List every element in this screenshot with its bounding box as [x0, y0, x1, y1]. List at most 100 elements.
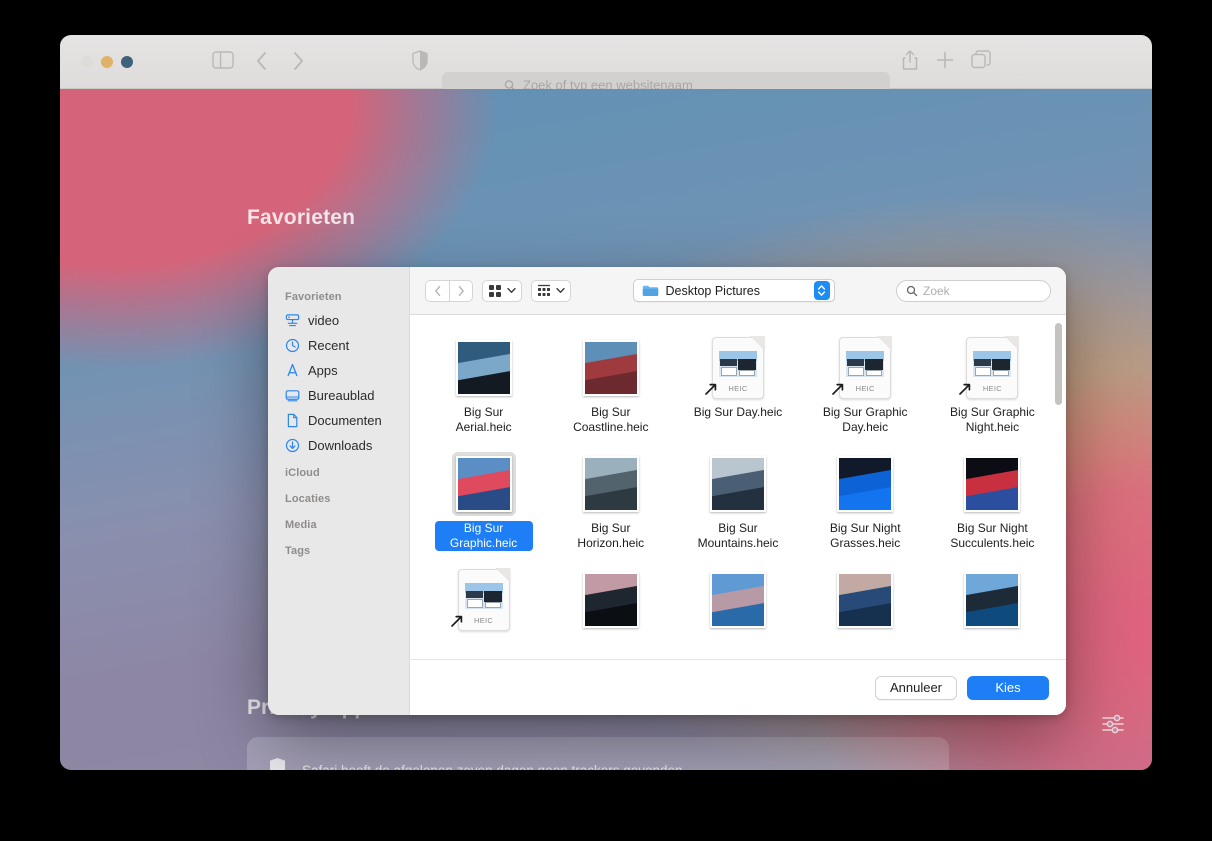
- tab-overview-icon[interactable]: [971, 50, 991, 75]
- zoom-button[interactable]: [121, 56, 133, 68]
- file-thumbnail: [833, 568, 897, 632]
- file-item[interactable]: [674, 561, 801, 659]
- dialog-search-field[interactable]: Zoek: [896, 279, 1051, 302]
- shield-icon: [269, 757, 286, 770]
- file-item[interactable]: Big Sur Coastline.heic: [547, 329, 674, 445]
- file-thumbnail: [960, 568, 1024, 632]
- file-label: Big Sur Horizon.heic: [577, 521, 645, 550]
- icon-view-button[interactable]: [482, 279, 522, 302]
- sidebar-item-apps[interactable]: Apps: [268, 358, 409, 383]
- file-thumbnail: [706, 452, 770, 516]
- sidebar-item-documenten[interactable]: Documenten: [268, 408, 409, 433]
- group-view-button[interactable]: [531, 279, 571, 302]
- sidebar-item-label: Downloads: [308, 438, 373, 453]
- path-popup-button[interactable]: Desktop Pictures: [632, 279, 835, 302]
- alias-arrow-icon: [831, 382, 845, 401]
- plus-icon[interactable]: [936, 49, 954, 76]
- path-popup-label: Desktop Pictures: [665, 283, 760, 298]
- sidebar-item-bureaublad[interactable]: Bureaublad: [268, 383, 409, 408]
- share-icon[interactable]: [901, 49, 919, 76]
- dialog-back-button[interactable]: [425, 279, 449, 302]
- file-label: Big Sur Graphic.heic: [434, 521, 533, 551]
- photo-thumbnail-icon: [837, 572, 894, 628]
- file-thumbnail: HEIC: [958, 336, 1024, 401]
- sidebar-item-video[interactable]: video: [268, 308, 409, 333]
- file-item[interactable]: HEIC: [420, 561, 547, 659]
- file-thumbnail: [579, 452, 643, 516]
- sidebar-group-icloud-title: iCloud: [285, 467, 320, 479]
- file-item[interactable]: [929, 561, 1056, 659]
- up-down-chevron-icon[interactable]: [813, 281, 830, 300]
- file-item[interactable]: HEIC Big Sur Graphic Day.heic: [802, 329, 929, 445]
- file-item[interactable]: HEIC Big Sur Day.heic: [674, 329, 801, 445]
- file-thumbnail: [960, 452, 1024, 516]
- heic-document-icon: HEIC: [832, 336, 893, 399]
- sidebar-item-label: Apps: [308, 363, 338, 378]
- privacy-shield-icon[interactable]: [412, 50, 428, 76]
- chevron-left-icon: [434, 285, 440, 296]
- file-thumbnail: HEIC: [705, 336, 770, 400]
- sidebar-item-recent[interactable]: Recent: [268, 333, 409, 358]
- privacy-report-text: Safari heeft de afgelopen zeven dagen ge…: [302, 762, 687, 771]
- file-label: Big Sur Coastline.heic: [573, 405, 649, 434]
- chevron-left-icon[interactable]: [255, 50, 269, 77]
- list-view-icon: [538, 284, 550, 296]
- file-item[interactable]: Big Sur Horizon.heic: [547, 445, 674, 561]
- file-thumbnail: [579, 336, 643, 400]
- sidebar-item-label: Documenten: [308, 413, 382, 428]
- file-item[interactable]: Big Sur Mountains.heic: [674, 445, 801, 561]
- file-thumbnail: [579, 568, 643, 632]
- photo-thumbnail-icon: [964, 456, 1021, 512]
- server-icon: [285, 313, 300, 328]
- file-item[interactable]: HEIC Big Sur Graphic Night.heic: [929, 329, 1056, 445]
- file-grid: Big Sur Aerial.heic Big Sur Coastline.hei…: [410, 315, 1066, 659]
- scrollbar-thumb[interactable]: [1055, 323, 1062, 405]
- file-item[interactable]: Big Sur Graphic.heic: [420, 445, 547, 561]
- dialog-forward-button[interactable]: [449, 279, 473, 302]
- sidebar-item-label: video: [308, 313, 340, 328]
- file-label: Big Sur Graphic Night.heic: [950, 405, 1035, 434]
- photo-thumbnail-icon: [709, 456, 766, 512]
- file-picker-dialog: Favorieten video Recent Apps Bureaublad …: [268, 267, 1066, 715]
- file-item[interactable]: [802, 561, 929, 659]
- file-item[interactable]: Big Sur Aerial.heic: [420, 329, 547, 445]
- applications-icon: [285, 363, 300, 378]
- chevron-right-icon: [458, 285, 464, 296]
- sidebar-item-downloads[interactable]: Downloads: [268, 433, 409, 458]
- minimize-button[interactable]: [101, 56, 113, 68]
- photo-thumbnail-icon: [582, 456, 639, 512]
- clock-icon: [285, 338, 300, 353]
- sidebar-icon[interactable]: [212, 51, 234, 74]
- file-thumbnail: [451, 452, 516, 516]
- chevron-right-icon[interactable]: [291, 50, 305, 77]
- photo-thumbnail-icon: [582, 340, 639, 396]
- file-browser-area[interactable]: Big Sur Aerial.heic Big Sur Coastline.hei…: [410, 315, 1066, 659]
- cancel-button[interactable]: Annuleer: [875, 675, 957, 700]
- heic-document-icon: HEIC: [450, 568, 511, 631]
- dialog-search-placeholder: Zoek: [923, 283, 950, 298]
- download-icon: [285, 438, 300, 453]
- file-item[interactable]: Big Sur Night Succulents.heic: [929, 445, 1056, 561]
- choose-button[interactable]: Kies: [967, 675, 1049, 700]
- photo-thumbnail-icon: [582, 572, 639, 628]
- close-button[interactable]: [81, 56, 93, 68]
- file-label: Big Sur Aerial.heic: [455, 405, 512, 434]
- dialog-main: Desktop Pictures Zoek Big Sur Aerial.hei…: [410, 267, 1066, 715]
- dialog-footer: Annuleer Kies: [410, 659, 1066, 715]
- file-item[interactable]: [547, 561, 674, 659]
- safari-start-page: Favorieten Privacyrapport Safari heeft d…: [60, 89, 1152, 770]
- file-label: Big Sur Night Succulents.heic: [950, 521, 1035, 550]
- file-extension-label: HEIC: [982, 384, 1002, 393]
- file-extension-label: HEIC: [728, 384, 748, 393]
- document-preview: [718, 351, 757, 377]
- file-item[interactable]: Big Sur Night Grasses.heic: [802, 445, 929, 561]
- alias-arrow-icon: [704, 382, 718, 401]
- alias-arrow-icon: [958, 382, 972, 401]
- heic-document-icon: HEIC: [705, 336, 765, 399]
- dialog-sidebar: Favorieten video Recent Apps Bureaublad …: [268, 267, 410, 715]
- file-grid-scrollbar[interactable]: [1055, 323, 1062, 651]
- privacy-report-card[interactable]: Safari heeft de afgelopen zeven dagen ge…: [247, 737, 949, 770]
- sliders-icon[interactable]: [1100, 711, 1126, 742]
- favorites-heading: Favorieten: [247, 206, 356, 229]
- photo-thumbnail-icon: [455, 456, 512, 512]
